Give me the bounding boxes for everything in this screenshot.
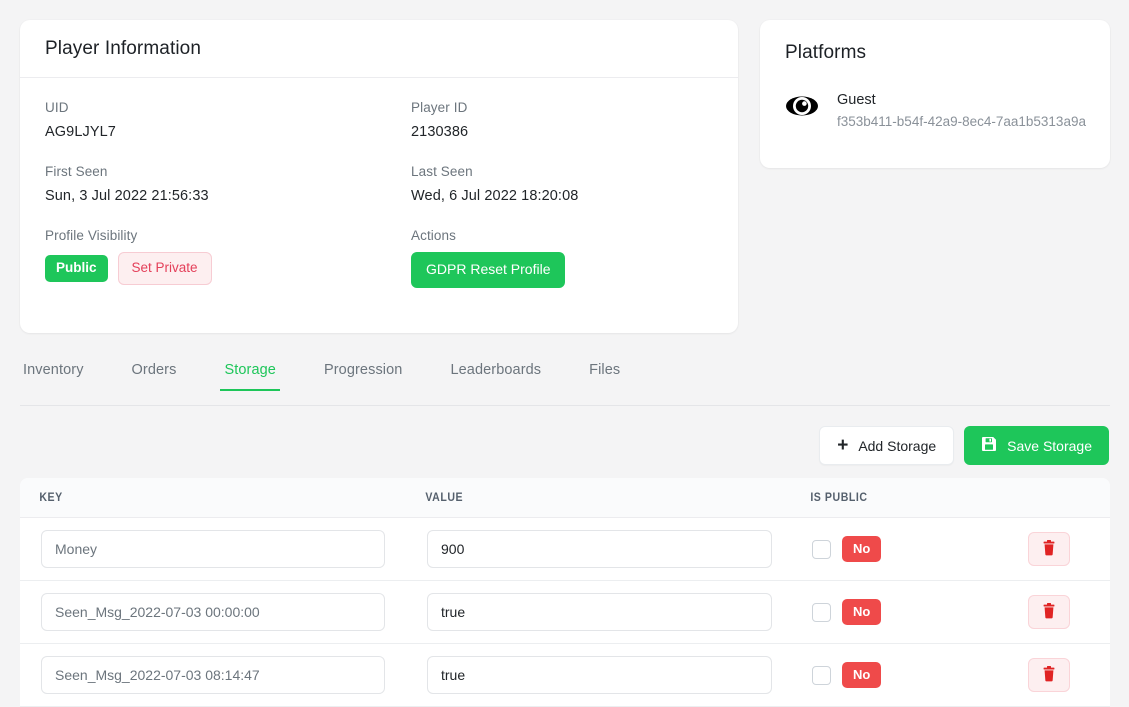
field-label-first-seen: First Seen <box>45 164 411 179</box>
storage-key-input[interactable] <box>41 530 385 568</box>
storage-toolbar: + Add Storage Save Storage <box>819 426 1109 465</box>
field-label-last-seen: Last Seen <box>411 164 713 179</box>
table-header-row: KEY VALUE IS PUBLIC <box>20 478 1110 518</box>
field-value-uid: AG9LJYL7 <box>45 124 411 140</box>
tab-progression[interactable]: Progression <box>324 362 402 390</box>
cell-key <box>20 593 406 631</box>
player-card-body: UID AG9LJYL7 Player ID 2130386 First See… <box>20 78 738 313</box>
action-controls: GDPR Reset Profile <box>411 252 713 288</box>
cell-key <box>20 530 406 568</box>
storage-key-input[interactable] <box>41 656 385 694</box>
cell-value <box>406 530 791 568</box>
page-root: Player Information UID AG9LJYL7 Player I… <box>0 0 1129 707</box>
trash-icon <box>1042 540 1056 559</box>
delete-row-button[interactable] <box>1028 595 1070 629</box>
field-profile-visibility: Profile Visibility Public Set Private <box>45 228 411 288</box>
eye-icon <box>785 90 819 123</box>
field-last-seen: Last Seen Wed, 6 Jul 2022 18:20:08 <box>411 164 713 204</box>
table-row: No <box>20 518 1110 581</box>
platforms-card: Platforms Guest f353b411-b54f-42a9-8ec4-… <box>760 20 1110 168</box>
field-value-first-seen: Sun, 3 Jul 2022 21:56:33 <box>45 188 411 204</box>
storage-key-input[interactable] <box>41 593 385 631</box>
tab-files[interactable]: Files <box>589 362 620 390</box>
storage-value-input[interactable] <box>427 530 772 568</box>
field-label-actions: Actions <box>411 228 713 243</box>
platform-name: Guest <box>837 90 1087 112</box>
cell-is-public: No <box>791 536 987 562</box>
trash-icon <box>1042 666 1056 685</box>
cell-is-public: No <box>791 599 987 625</box>
page-title: Player Information <box>45 38 201 60</box>
storage-value-input[interactable] <box>427 656 772 694</box>
cell-actions <box>987 658 1110 692</box>
player-info-grid: UID AG9LJYL7 Player ID 2130386 First See… <box>45 100 713 288</box>
floppy-disk-icon <box>981 436 997 455</box>
plus-icon: + <box>837 436 848 455</box>
save-storage-label: Save Storage <box>1007 438 1092 454</box>
platform-id: f353b411-b54f-42a9-8ec4-7aa1b5313a9a <box>837 112 1087 132</box>
field-actions: Actions GDPR Reset Profile <box>411 228 713 288</box>
is-public-badge: No <box>842 599 881 625</box>
is-public-checkbox[interactable] <box>812 666 831 685</box>
platforms-title: Platforms <box>785 42 1085 64</box>
gdpr-reset-profile-button[interactable]: GDPR Reset Profile <box>411 252 565 288</box>
platform-entry-guest: Guest f353b411-b54f-42a9-8ec4-7aa1b5313a… <box>785 86 1085 131</box>
table-row: No <box>20 644 1110 707</box>
table-header-value: VALUE <box>406 492 760 504</box>
cell-key <box>20 656 406 694</box>
storage-tabs: Inventory Orders Storage Progression Lea… <box>20 362 1110 406</box>
cell-value <box>406 593 791 631</box>
is-public-badge: No <box>842 662 881 688</box>
cell-is-public: No <box>791 662 987 688</box>
field-label-profile-visibility: Profile Visibility <box>45 228 411 243</box>
tab-leaderboards[interactable]: Leaderboards <box>450 362 541 390</box>
field-uid: UID AG9LJYL7 <box>45 100 411 140</box>
set-private-button[interactable]: Set Private <box>118 252 212 285</box>
storage-value-input[interactable] <box>427 593 772 631</box>
cell-actions <box>987 532 1110 566</box>
platforms-card-body: Platforms Guest f353b411-b54f-42a9-8ec4-… <box>760 20 1110 156</box>
storage-table: KEY VALUE IS PUBLIC No <box>20 478 1110 707</box>
table-header-key: KEY <box>20 492 375 504</box>
status-badge-public: Public <box>45 255 108 282</box>
player-information-card: Player Information UID AG9LJYL7 Player I… <box>20 20 738 333</box>
tab-inventory[interactable]: Inventory <box>23 362 84 390</box>
is-public-badge: No <box>842 536 881 562</box>
add-storage-label: Add Storage <box>858 438 936 454</box>
add-storage-button[interactable]: + Add Storage <box>819 426 954 465</box>
trash-icon <box>1042 603 1056 622</box>
visibility-controls: Public Set Private <box>45 252 411 285</box>
is-public-checkbox[interactable] <box>812 603 831 622</box>
platform-entry-text: Guest f353b411-b54f-42a9-8ec4-7aa1b5313a… <box>837 90 1087 131</box>
field-value-player-id: 2130386 <box>411 124 713 140</box>
table-header-is-public: IS PUBLIC <box>791 492 971 504</box>
tab-storage[interactable]: Storage <box>224 362 276 390</box>
field-value-last-seen: Wed, 6 Jul 2022 18:20:08 <box>411 188 713 204</box>
field-label-player-id: Player ID <box>411 100 713 115</box>
field-player-id: Player ID 2130386 <box>411 100 713 140</box>
save-storage-button[interactable]: Save Storage <box>964 426 1109 465</box>
tab-orders[interactable]: Orders <box>132 362 177 390</box>
table-row: No <box>20 581 1110 644</box>
field-first-seen: First Seen Sun, 3 Jul 2022 21:56:33 <box>45 164 411 204</box>
field-label-uid: UID <box>45 100 411 115</box>
is-public-checkbox[interactable] <box>812 540 831 559</box>
cell-actions <box>987 595 1110 629</box>
delete-row-button[interactable] <box>1028 532 1070 566</box>
player-card-header: Player Information <box>20 20 738 78</box>
cell-value <box>406 656 791 694</box>
delete-row-button[interactable] <box>1028 658 1070 692</box>
